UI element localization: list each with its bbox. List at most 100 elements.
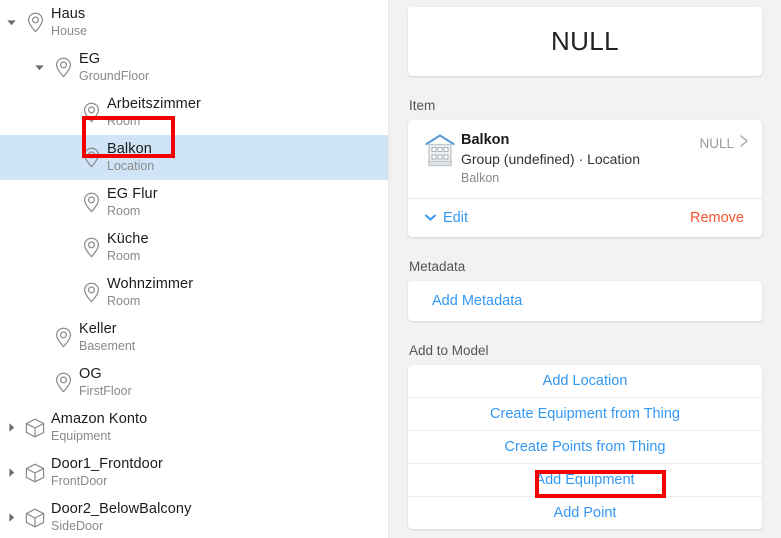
page-title: NULL: [550, 26, 620, 56]
chevron-down-icon: [424, 210, 437, 226]
chevron-down-icon[interactable]: [0, 0, 22, 45]
twisty-spacer: [56, 90, 78, 135]
action-label: Add Equipment: [535, 471, 635, 488]
cube-box-icon: [22, 495, 48, 538]
tree-item-eg[interactable]: EG GroundFloor: [0, 45, 388, 90]
cube-box-icon: [22, 450, 48, 495]
edit-label: Edit: [443, 209, 468, 226]
twisty-spacer: [56, 180, 78, 225]
tree-item-type: FirstFloor: [79, 384, 132, 399]
location-pin-icon: [22, 0, 48, 45]
item-text-block: Balkon Group (undefined) · Location Balk…: [459, 131, 699, 187]
model-tree: Haus House EG GroundFloor Arbeitszimmer Room B…: [0, 0, 388, 538]
action-label: Create Points from Thing: [504, 438, 666, 455]
tree-item-type: Room: [107, 114, 141, 129]
tree-item-text: Küche Room: [104, 230, 149, 264]
tree-item-wohnzimmer[interactable]: Wohnzimmer Room: [0, 270, 388, 315]
action-create-equipment-from-thing[interactable]: Create Equipment from Thing: [408, 396, 762, 430]
item-id: Balkon: [461, 171, 500, 186]
action-add-metadata[interactable]: Add Metadata: [408, 281, 762, 321]
tree-item-text: Keller Basement: [76, 320, 136, 354]
tree-item-label: Balkon: [107, 140, 152, 157]
metadata-card: Add Metadata: [408, 280, 762, 321]
chevron-right-icon[interactable]: [0, 450, 22, 495]
action-label: Add Location: [542, 372, 628, 389]
tree-item-type: Room: [107, 204, 141, 219]
tree-item-label: EG: [79, 50, 101, 67]
tree-item-text: Amazon Konto Equipment: [48, 410, 148, 444]
tree-item-label: Door1_Frontdoor: [51, 455, 163, 472]
action-add-location[interactable]: Add Location: [408, 365, 762, 397]
tree-item-arbeitszimmer[interactable]: Arbeitszimmer Room: [0, 90, 388, 135]
detail-panel: NULL Item Balkon Group (undefined) · Loc…: [389, 0, 781, 538]
chevron-down-icon[interactable]: [28, 45, 50, 90]
cube-box-icon: [22, 405, 48, 450]
location-pin-icon: [78, 270, 104, 315]
item-section-label: Item: [409, 98, 436, 113]
item-state-value: NULL: [699, 136, 734, 151]
location-pin-icon: [50, 45, 76, 90]
tree-item-label: Door2_BelowBalcony: [51, 500, 192, 517]
tree-item-door1-frontdoor[interactable]: Door1_Frontdoor FrontDoor: [0, 450, 388, 495]
tree-item-type: Room: [107, 249, 141, 264]
tree-item-keller[interactable]: Keller Basement: [0, 315, 388, 360]
tree-item-label: Keller: [79, 320, 117, 337]
tree-item-type: FrontDoor: [51, 474, 108, 489]
tree-item-text: Haus House: [48, 6, 88, 39]
metadata-section-label: Metadata: [409, 258, 466, 274]
tree-item-k-che[interactable]: Küche Room: [0, 225, 388, 270]
item-row[interactable]: Balkon Group (undefined) · Location Balk…: [408, 120, 762, 198]
action-label: Add Point: [553, 504, 617, 521]
add-to-model-card: Add Location Create Equipment from Thing C…: [408, 364, 762, 529]
tree-item-label: OG: [79, 365, 102, 382]
tree-item-label: Küche: [107, 230, 149, 247]
tree-item-label: EG Flur: [107, 185, 158, 202]
tree-item-balkon[interactable]: Balkon Location: [0, 135, 388, 180]
tree-item-amazon-konto[interactable]: Amazon Konto Equipment: [0, 405, 388, 450]
location-pin-icon: [78, 180, 104, 225]
chevron-right-icon: [739, 134, 750, 153]
tree-item-door2-belowbalcony[interactable]: Door2_BelowBalcony SideDoor: [0, 495, 388, 538]
tree-item-text: Wohnzimmer Room: [104, 275, 194, 308]
tree-item-text: EG GroundFloor: [76, 50, 150, 84]
item-name: Balkon: [461, 132, 510, 148]
item-state-link[interactable]: NULL: [699, 131, 750, 153]
tree-item-type: House: [51, 24, 88, 39]
tree-item-label: Wohnzimmer: [107, 275, 194, 292]
twisty-spacer: [28, 315, 50, 360]
twisty-spacer: [56, 270, 78, 315]
location-pin-icon: [78, 90, 104, 135]
edit-button[interactable]: Edit: [424, 210, 468, 226]
action-label: Add Metadata: [432, 292, 523, 309]
tree-item-text: Balkon Location: [104, 140, 155, 174]
tree-item-type: SideDoor: [51, 519, 104, 534]
tree-item-type: Equipment: [51, 429, 111, 444]
twisty-spacer: [56, 135, 78, 180]
tree-item-text: EG Flur Room: [104, 185, 158, 219]
tree-item-type: Location: [107, 159, 155, 174]
chevron-right-icon[interactable]: [0, 405, 22, 450]
action-add-point[interactable]: Add Point: [408, 495, 762, 529]
action-create-points-from-thing[interactable]: Create Points from Thing: [408, 429, 762, 463]
app-root: Haus House EG GroundFloor Arbeitszimmer Room B…: [0, 0, 781, 538]
chevron-right-icon[interactable]: [0, 495, 22, 538]
remove-button[interactable]: Remove: [690, 210, 744, 226]
tree-item-type: Basement: [79, 339, 136, 354]
tree-item-label: Amazon Konto: [51, 410, 148, 427]
tree-item-text: Arbeitszimmer Room: [104, 96, 201, 129]
tree-item-type: GroundFloor: [79, 69, 150, 84]
tree-item-haus[interactable]: Haus House: [0, 0, 388, 45]
detail-header-card: NULL: [408, 7, 762, 76]
item-card: Balkon Group (undefined) · Location Balk…: [408, 120, 762, 237]
model-tree-sidebar[interactable]: Haus House EG GroundFloor Arbeitszimmer Room B…: [0, 0, 389, 538]
tree-item-text: OG FirstFloor: [76, 365, 132, 399]
location-pin-icon: [78, 225, 104, 270]
action-add-equipment[interactable]: Add Equipment: [408, 462, 762, 496]
item-subtitle: Group (undefined) · Location: [461, 151, 640, 168]
building-icon: [421, 131, 459, 167]
item-action-bar: Edit Remove: [408, 197, 762, 237]
tree-item-eg-flur[interactable]: EG Flur Room: [0, 180, 388, 225]
twisty-spacer: [28, 360, 50, 405]
tree-item-og[interactable]: OG FirstFloor: [0, 360, 388, 405]
location-pin-icon: [78, 135, 104, 180]
